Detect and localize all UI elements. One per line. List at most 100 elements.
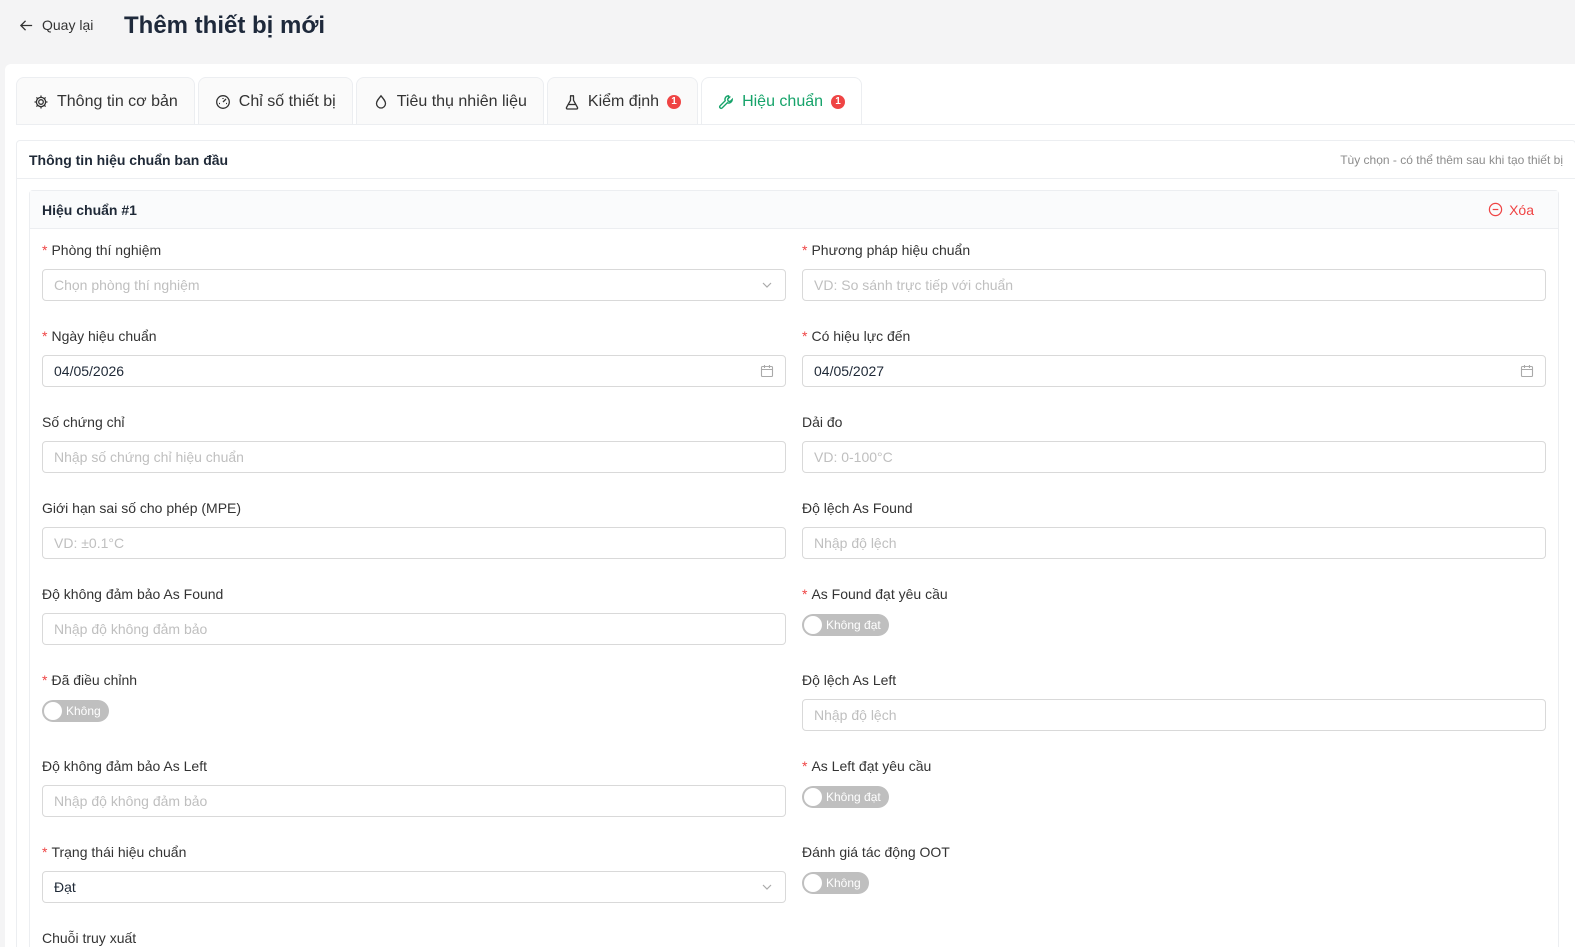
- range-placeholder: VD: 0-100°C: [814, 449, 893, 465]
- status-select[interactable]: Đạt: [42, 871, 786, 903]
- unc-left-label: Độ không đảm bảo As Left: [42, 758, 207, 774]
- lab-label: Phòng thí nghiệm: [51, 242, 162, 258]
- left-ok-switch[interactable]: Không đạt: [802, 786, 889, 808]
- oot-field: Đánh giá tác động OOT Không: [802, 842, 1546, 895]
- status-value: Đạt: [54, 879, 76, 895]
- adjusted-switch[interactable]: Không: [42, 700, 109, 722]
- calib-date-value: 04/05/2026: [54, 363, 125, 379]
- calibration-card: Hiệu chuẩn #1 Xóa * Phòng thí nghiệm Chọn…: [29, 190, 1559, 947]
- oot-switch-label: Không: [826, 876, 861, 890]
- chevron-down-icon: [762, 884, 772, 890]
- unc-found-field: Độ không đảm bảo As Found Nhập độ không …: [42, 584, 786, 645]
- valid-until-field: * Có hiệu lực đến 04/05/2027: [802, 326, 1546, 387]
- left-ok-label: As Left đạt yêu cầu: [811, 758, 932, 774]
- valid-until-label: Có hiệu lực đến: [811, 328, 911, 344]
- tab-divider: [16, 124, 1575, 125]
- wrench-icon: [719, 94, 733, 109]
- switch-knob: [804, 874, 822, 892]
- dev-found-label: Độ lệch As Found: [802, 500, 913, 516]
- found-ok-switch[interactable]: Không đạt: [802, 614, 889, 636]
- calibration-title: Hiệu chuẩn #1: [42, 201, 137, 218]
- dev-found-placeholder: Nhập độ lệch: [814, 535, 897, 551]
- dev-left-field: Độ lệch As Left Nhập độ lệch: [802, 670, 1546, 731]
- unc-found-input[interactable]: Nhập độ không đảm bảo: [42, 613, 786, 645]
- mpe-field: Giới hạn sai số cho phép (MPE) VD: ±0.1°…: [42, 498, 786, 559]
- unc-left-placeholder: Nhập độ không đảm bảo: [54, 793, 208, 809]
- cert-no-input[interactable]: Nhập số chứng chỉ hiệu chuẩn: [42, 441, 786, 473]
- gauge-icon: [215, 94, 230, 109]
- mpe-label: Giới hạn sai số cho phép (MPE): [42, 500, 242, 516]
- calib-date-field: * Ngày hiệu chuẩn 04/05/2026: [42, 326, 786, 387]
- mpe-input[interactable]: VD: ±0.1°C: [42, 527, 786, 559]
- main-card: Thông tin cơ bản Chỉ số thiết bị Tiêu th…: [5, 64, 1575, 947]
- dev-left-placeholder: Nhập độ lệch: [814, 707, 897, 723]
- tab-device-metrics[interactable]: Chỉ số thiết bị: [197, 77, 353, 125]
- back-label: Quay lại: [42, 17, 94, 33]
- fuel-drop-icon: [375, 94, 386, 109]
- error-badge: 1: [831, 94, 846, 109]
- tab-basic-info[interactable]: Thông tin cơ bản: [16, 77, 195, 125]
- range-label: Dải đo: [802, 414, 843, 430]
- gear-icon: [34, 95, 48, 108]
- oot-switch[interactable]: Không: [802, 872, 869, 894]
- unc-found-placeholder: Nhập độ không đảm bảo: [54, 621, 208, 637]
- error-badge: 1: [667, 94, 682, 109]
- left-ok-field: * As Left đạt yêu cầu Không đạt: [802, 756, 1546, 809]
- adjusted-field: * Đã điều chỉnh Không: [42, 670, 786, 723]
- switch-knob: [44, 702, 62, 720]
- trace-field: Chuỗi truy xuất: [42, 928, 786, 947]
- found-ok-label: As Found đạt yêu cầu: [811, 586, 948, 602]
- oot-label: Đánh giá tác động OOT: [802, 844, 950, 860]
- top-bar: Quay lại Thêm thiết bị mới: [0, 0, 1575, 60]
- tab-label: Kiểm định: [587, 92, 660, 110]
- calib-date-label: Ngày hiệu chuẩn: [51, 328, 157, 344]
- method-placeholder: VD: So sánh trực tiếp với chuẩn: [814, 277, 1014, 293]
- tab-label: Thông tin cơ bản: [57, 92, 178, 110]
- dev-found-field: Độ lệch As Found Nhập độ lệch: [802, 498, 1546, 559]
- valid-until-value: 04/05/2027: [814, 363, 885, 379]
- method-field: * Phương pháp hiệu chuẩn VD: So sánh trực…: [802, 240, 1546, 301]
- dev-left-label: Độ lệch As Left: [802, 672, 897, 688]
- tab-fuel-consumption[interactable]: Tiêu thụ nhiên liệu: [355, 77, 544, 125]
- delete-button[interactable]: Xóa: [1488, 202, 1534, 218]
- calib-date-picker[interactable]: 04/05/2026: [42, 355, 786, 387]
- section-note: Tùy chọn - có thể thêm sau khi tạo thiết…: [1340, 152, 1563, 167]
- minus-circle-icon: [1488, 202, 1503, 217]
- range-input[interactable]: VD: 0-100°C: [802, 441, 1546, 473]
- cert-no-placeholder: Nhập số chứng chỉ hiệu chuẩn: [54, 449, 244, 465]
- chevron-down-icon: [762, 282, 772, 288]
- unc-left-input[interactable]: Nhập độ không đảm bảo: [42, 785, 786, 817]
- dev-left-input[interactable]: Nhập độ lệch: [802, 699, 1546, 731]
- lab-placeholder: Chọn phòng thí nghiệm: [54, 277, 200, 293]
- found-ok-field: * As Found đạt yêu cầu Không đạt: [802, 584, 1546, 637]
- mpe-placeholder: VD: ±0.1°C: [54, 535, 125, 551]
- adjusted-switch-label: Không: [66, 704, 101, 718]
- delete-label: Xóa: [1509, 201, 1534, 218]
- lab-field: * Phòng thí nghiệm Chọn phòng thí nghiệm: [42, 240, 786, 301]
- valid-until-picker[interactable]: 04/05/2027: [802, 355, 1546, 387]
- back-button[interactable]: Quay lại: [19, 17, 93, 33]
- cert-no-field: Số chứng chỉ Nhập số chứng chỉ hiệu chuẩ…: [42, 412, 786, 473]
- switch-knob: [804, 616, 822, 634]
- dev-found-input[interactable]: Nhập độ lệch: [802, 527, 1546, 559]
- range-field: Dải đo VD: 0-100°C: [802, 412, 1546, 473]
- section-header: Thông tin hiệu chuẩn ban đầu Tùy chọn - …: [17, 141, 1575, 179]
- status-field: * Trạng thái hiệu chuẩn Đạt: [42, 842, 786, 903]
- tab-label: Tiêu thụ nhiên liệu: [396, 92, 527, 110]
- tab-calibration[interactable]: Hiệu chuẩn 1: [701, 77, 863, 125]
- adjusted-label: Đã điều chỉnh: [51, 672, 138, 688]
- section-title: Thông tin hiệu chuẩn ban đầu: [29, 151, 229, 168]
- tab-label: Hiệu chuẩn: [742, 92, 824, 110]
- switch-knob: [804, 788, 822, 806]
- unc-found-label: Độ không đảm bảo As Found: [42, 586, 224, 602]
- tab-inspection[interactable]: Kiểm định 1: [546, 77, 699, 125]
- calibration-section: Thông tin hiệu chuẩn ban đầu Tùy chọn - …: [16, 140, 1575, 947]
- method-label: Phương pháp hiệu chuẩn: [811, 242, 971, 258]
- left-ok-switch-label: Không đạt: [826, 790, 881, 804]
- lab-select[interactable]: Chọn phòng thí nghiệm: [42, 269, 786, 301]
- calibration-header: Hiệu chuẩn #1 Xóa: [30, 191, 1558, 229]
- tab-bar: Thông tin cơ bản Chỉ số thiết bị Tiêu th…: [16, 77, 863, 125]
- calendar-icon: [760, 365, 774, 378]
- flask-icon: [565, 94, 579, 110]
- method-input[interactable]: VD: So sánh trực tiếp với chuẩn: [802, 269, 1546, 301]
